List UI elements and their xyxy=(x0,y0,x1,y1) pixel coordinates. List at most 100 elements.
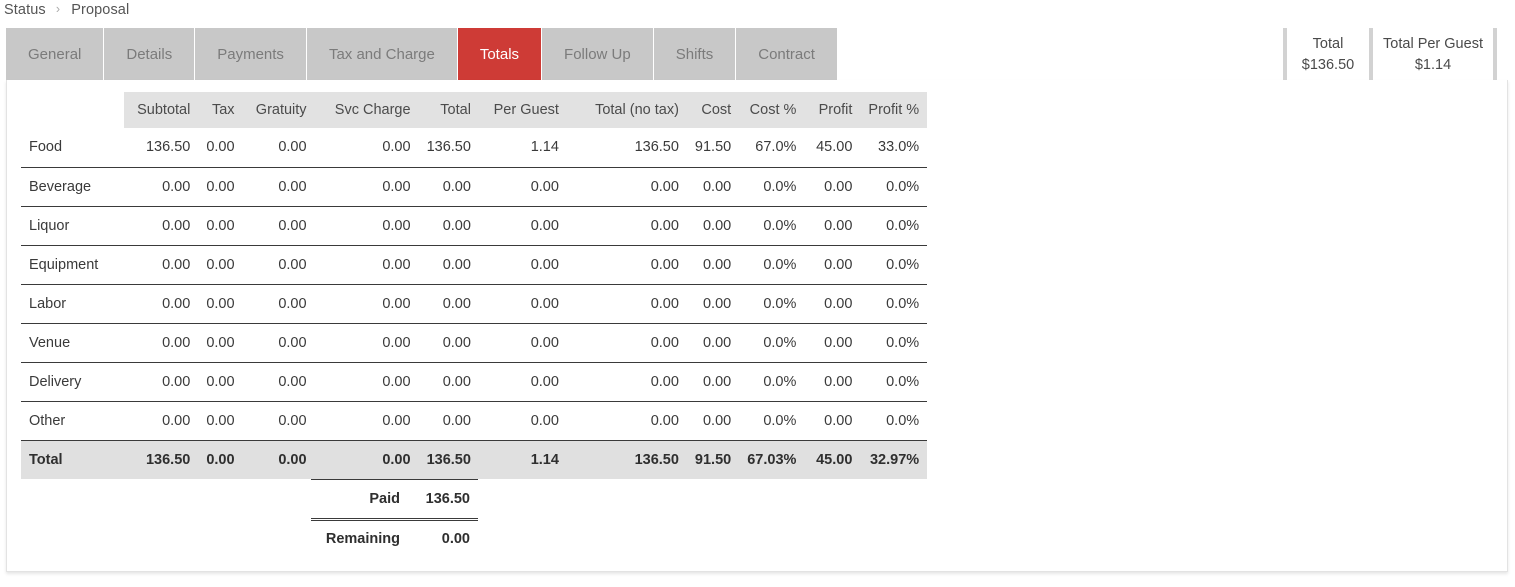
total-profit: 45.00 xyxy=(804,439,861,479)
cell-subtotal: 0.00 xyxy=(124,400,199,440)
total-total-no-tax: 136.50 xyxy=(566,439,687,479)
header-cost: Cost xyxy=(686,92,740,128)
cell-tax: 0.00 xyxy=(206,139,235,156)
cell-total: 0.00 xyxy=(418,400,479,440)
cell-total: 136.50 xyxy=(426,139,471,156)
paid-label: Paid xyxy=(369,491,400,507)
cell-gratuity: 0.00 xyxy=(242,244,315,284)
table-row: Delivery 0.00 0.00 0.00 0.00 0.00 0.00 0… xyxy=(21,361,928,401)
cell-svc-charge: 0.00 xyxy=(314,361,419,401)
tab-totals[interactable]: Totals xyxy=(457,28,543,80)
tab-contract[interactable]: Contract xyxy=(736,28,837,80)
table-total-row: Total 136.50 0.00 0.00 0.00 136.50 1.14 … xyxy=(21,439,928,479)
cell-total: 0.00 xyxy=(418,205,479,245)
tab-shifts[interactable]: Shifts xyxy=(653,28,737,80)
header-subtotal: Subtotal xyxy=(124,92,199,128)
header-profit: Profit xyxy=(804,92,861,128)
summary-total-label: Total xyxy=(1312,36,1344,52)
cell-cost-percent: 0.0% xyxy=(739,283,805,323)
cell-gratuity: 0.00 xyxy=(278,139,307,156)
total-tax: 0.00 xyxy=(198,439,243,479)
cell-svc-charge: 0.00 xyxy=(314,205,419,245)
cell-cost: 0.00 xyxy=(686,322,740,362)
remaining-row: Remaining 0.00 xyxy=(311,518,478,557)
total-cost-percent: 67.03% xyxy=(739,439,805,479)
cell-cost-percent: 0.0% xyxy=(739,322,805,362)
cell-profit-percent: 0.0% xyxy=(860,283,928,323)
row-label-food: Food xyxy=(29,139,63,156)
table-row: Other 0.00 0.00 0.00 0.00 0.00 0.00 0.00… xyxy=(21,400,928,440)
cell-cost-percent: 0.0% xyxy=(739,244,805,284)
cell-svc-charge: 0.00 xyxy=(314,244,419,284)
cell-per-guest: 0.00 xyxy=(478,361,567,401)
summary-total-per-guest-label: Total Per Guest xyxy=(1383,36,1483,52)
header-gratuity: Gratuity xyxy=(242,92,315,128)
tab-bar: General Details Payments Tax and Charge … xyxy=(6,28,837,80)
tab-details[interactable]: Details xyxy=(104,28,196,80)
cell-total-no-tax: 0.00 xyxy=(566,205,687,245)
cell-profit: 45.00 xyxy=(816,139,853,156)
summary-total-per-guest-value: $1.14 xyxy=(1414,57,1452,73)
cell-profit: 0.00 xyxy=(804,400,861,440)
cell-tax: 0.00 xyxy=(198,322,243,362)
header-per-guest: Per Guest xyxy=(478,92,567,128)
cell-profit: 0.00 xyxy=(804,244,861,284)
summary-total-value: $136.50 xyxy=(1301,57,1355,73)
cell-profit-percent: 0.0% xyxy=(860,322,928,362)
summary-divider-right xyxy=(1493,28,1497,80)
breadcrumb-item-proposal[interactable]: Proposal xyxy=(71,2,129,18)
total-total: 136.50 xyxy=(418,439,479,479)
tab-general[interactable]: General xyxy=(6,28,105,80)
totals-table-head: Subtotal Tax Gratuity Svc Charge Total P… xyxy=(21,92,928,128)
cell-svc-charge: 0.00 xyxy=(314,322,419,362)
header-tax: Tax xyxy=(198,92,243,128)
table-header-row: Subtotal Tax Gratuity Svc Charge Total P… xyxy=(21,92,928,128)
cell-cost: 0.00 xyxy=(686,283,740,323)
cell-total-no-tax: 0.00 xyxy=(566,361,687,401)
tab-follow-up[interactable]: Follow Up xyxy=(542,28,654,80)
cell-svc-charge: 0.00 xyxy=(314,400,419,440)
cell-per-guest: 0.00 xyxy=(478,322,567,362)
cell-subtotal: 0.00 xyxy=(124,244,199,284)
table-row: Liquor 0.00 0.00 0.00 0.00 0.00 0.00 0.0… xyxy=(21,205,928,245)
cell-gratuity: 0.00 xyxy=(242,283,315,323)
cell-tax: 0.00 xyxy=(198,244,243,284)
breadcrumb-item-status[interactable]: Status xyxy=(4,2,46,18)
cell-per-guest: 0.00 xyxy=(478,244,567,284)
cell-cost: 0.00 xyxy=(686,166,740,206)
summary-total-per-guest: Total Per Guest $1.14 xyxy=(1373,28,1493,80)
header-profit-percent: Profit % xyxy=(860,92,928,128)
cell-profit-percent: 0.0% xyxy=(860,244,928,284)
payment-summary: Paid 136.50 Remaining 0.00 xyxy=(311,479,478,557)
row-label-venue: Venue xyxy=(21,322,125,362)
cell-gratuity: 0.00 xyxy=(242,205,315,245)
table-row: Equipment 0.00 0.00 0.00 0.00 0.00 0.00 … xyxy=(21,244,928,284)
tab-tax-and-charge[interactable]: Tax and Charge xyxy=(306,28,458,80)
cell-total: 0.00 xyxy=(418,361,479,401)
breadcrumb-separator-icon: › xyxy=(55,2,61,16)
cell-total: 0.00 xyxy=(418,166,479,206)
cell-cost: 0.00 xyxy=(686,400,740,440)
cell-cost-percent: 0.0% xyxy=(739,166,805,206)
cell-svc-charge: 0.00 xyxy=(382,139,411,156)
totals-table-body: Food 136.50 0.00 0.00 0.00 136.50 1.14 1… xyxy=(21,128,928,479)
total-subtotal: 136.50 xyxy=(124,439,199,479)
cell-cost: 0.00 xyxy=(686,244,740,284)
cell-gratuity: 0.00 xyxy=(242,166,315,206)
cell-svc-charge: 0.00 xyxy=(314,283,419,323)
breadcrumb: Status › Proposal xyxy=(4,2,129,18)
remaining-label: Remaining xyxy=(325,531,400,547)
cell-tax: 0.00 xyxy=(198,205,243,245)
tab-payments[interactable]: Payments xyxy=(195,28,307,80)
cell-profit-percent: 33.0% xyxy=(878,139,920,156)
cell-gratuity: 0.00 xyxy=(242,322,315,362)
cell-total-no-tax: 0.00 xyxy=(566,244,687,284)
cell-profit-percent: 0.0% xyxy=(860,361,928,401)
cell-per-guest: 0.00 xyxy=(478,283,567,323)
cell-cost: 0.00 xyxy=(686,205,740,245)
cell-total-no-tax: 0.00 xyxy=(566,400,687,440)
cell-profit: 0.00 xyxy=(804,283,861,323)
total-gratuity: 0.00 xyxy=(242,439,315,479)
cell-total: 0.00 xyxy=(418,283,479,323)
row-label-other: Other xyxy=(21,400,125,440)
